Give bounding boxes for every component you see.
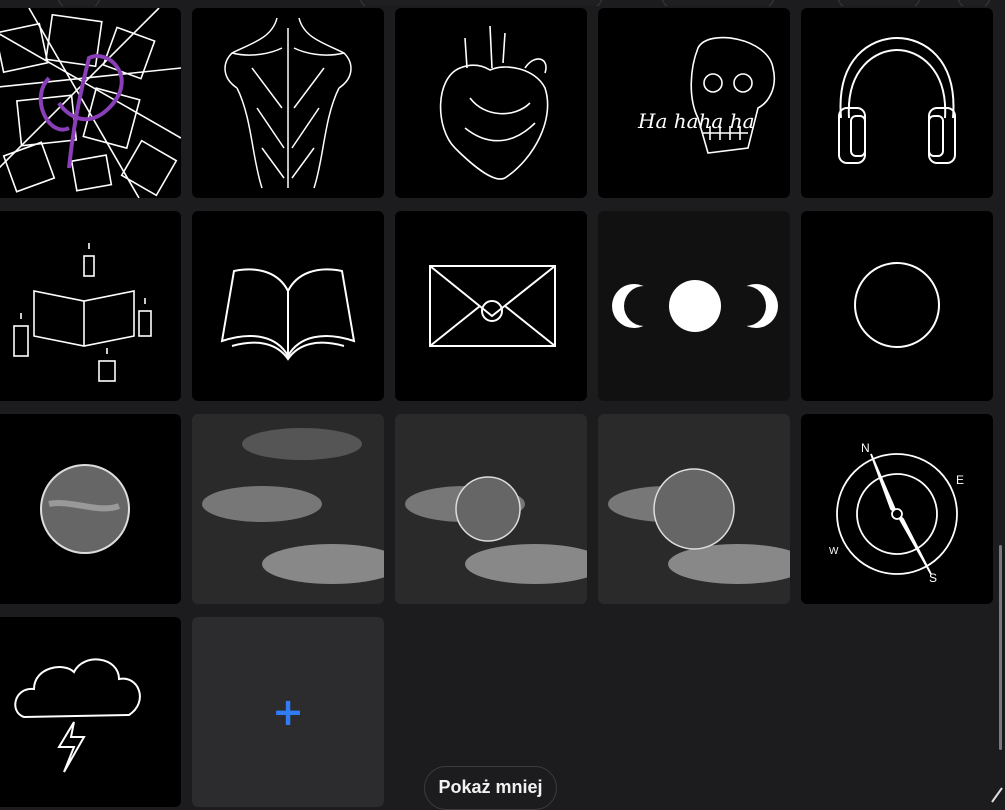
tile-envelope[interactable] xyxy=(395,211,587,401)
toolbar-button[interactable] xyxy=(838,0,920,6)
resize-handle-icon[interactable] xyxy=(990,784,1004,804)
tile-back-muscles[interactable] xyxy=(192,8,384,198)
compass-letter-e: E xyxy=(956,473,964,487)
add-photo-tile[interactable]: + xyxy=(192,617,384,807)
compass-letter-s: S xyxy=(929,571,937,585)
toolbar-button[interactable] xyxy=(662,0,774,6)
tile-circle[interactable] xyxy=(801,211,993,401)
tile-clouds[interactable] xyxy=(192,414,384,604)
tile-moon-clouds-2[interactable] xyxy=(598,414,790,604)
tile-open-book[interactable] xyxy=(192,211,384,401)
scrollbar-thumb[interactable] xyxy=(999,545,1002,750)
compass-letter-n: N xyxy=(861,441,870,455)
show-less-button[interactable]: Pokaż mniej xyxy=(424,766,557,810)
toolbar-button[interactable] xyxy=(58,0,100,6)
tile-full-moon[interactable] xyxy=(0,414,181,604)
tile-compass[interactable]: N E S W xyxy=(801,414,993,604)
tile-triple-moon[interactable] xyxy=(598,211,790,401)
plus-icon: + xyxy=(272,690,304,734)
tile-laughing-skull[interactable]: Ha haha ha xyxy=(598,8,790,198)
toolbar-button[interactable] xyxy=(360,0,602,6)
tile-abstract-p[interactable] xyxy=(0,8,181,198)
tile-moon-clouds-1[interactable] xyxy=(395,414,587,604)
tile-headphones[interactable] xyxy=(801,8,993,198)
compass-letter-w: W xyxy=(829,546,839,557)
toolbar-button[interactable] xyxy=(958,0,990,6)
skull-text: Ha haha ha xyxy=(637,109,755,133)
tile-book-candles[interactable] xyxy=(0,211,181,401)
tile-heart[interactable] xyxy=(395,8,587,198)
top-toolbar-edge xyxy=(0,0,1005,6)
tile-storm-cloud[interactable] xyxy=(0,617,181,807)
